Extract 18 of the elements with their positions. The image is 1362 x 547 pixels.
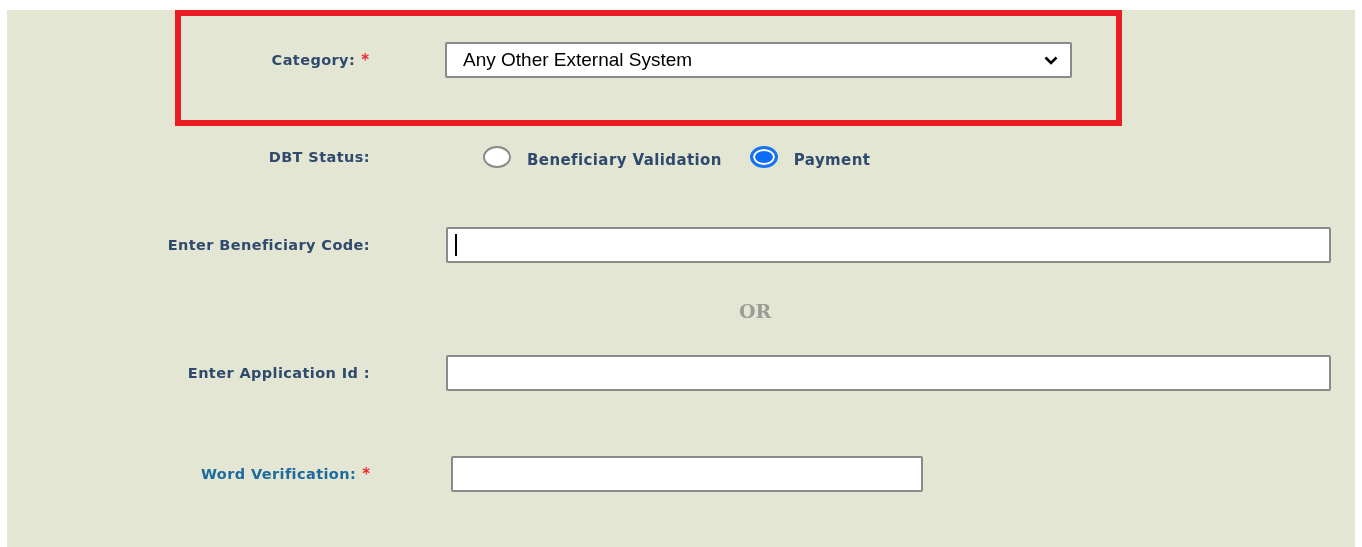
- chevron-down-icon: [1044, 55, 1058, 65]
- required-mark: *: [362, 465, 370, 483]
- input-field[interactable]: [446, 227, 1331, 263]
- radio-button[interactable]: [483, 146, 511, 168]
- field-label: Enter Beneficiary Code:: [167, 237, 370, 253]
- radio-button[interactable]: [749, 146, 778, 168]
- field-label: Category:: [271, 52, 356, 68]
- separator-text: OR: [739, 300, 772, 322]
- input-field[interactable]: [446, 355, 1331, 391]
- category-select[interactable]: Any Other External System: [445, 42, 1072, 78]
- radio-option[interactable]: Beneficiary Validation: [483, 145, 722, 169]
- field-label: Enter Application Id :: [187, 365, 370, 381]
- required-mark: *: [361, 51, 369, 69]
- input-field[interactable]: [451, 456, 923, 492]
- field-label: DBT Status:: [268, 149, 370, 165]
- field-label: Word Verification:: [200, 466, 357, 482]
- radio-option[interactable]: Payment: [749, 145, 871, 169]
- text-cursor-icon: [455, 234, 457, 256]
